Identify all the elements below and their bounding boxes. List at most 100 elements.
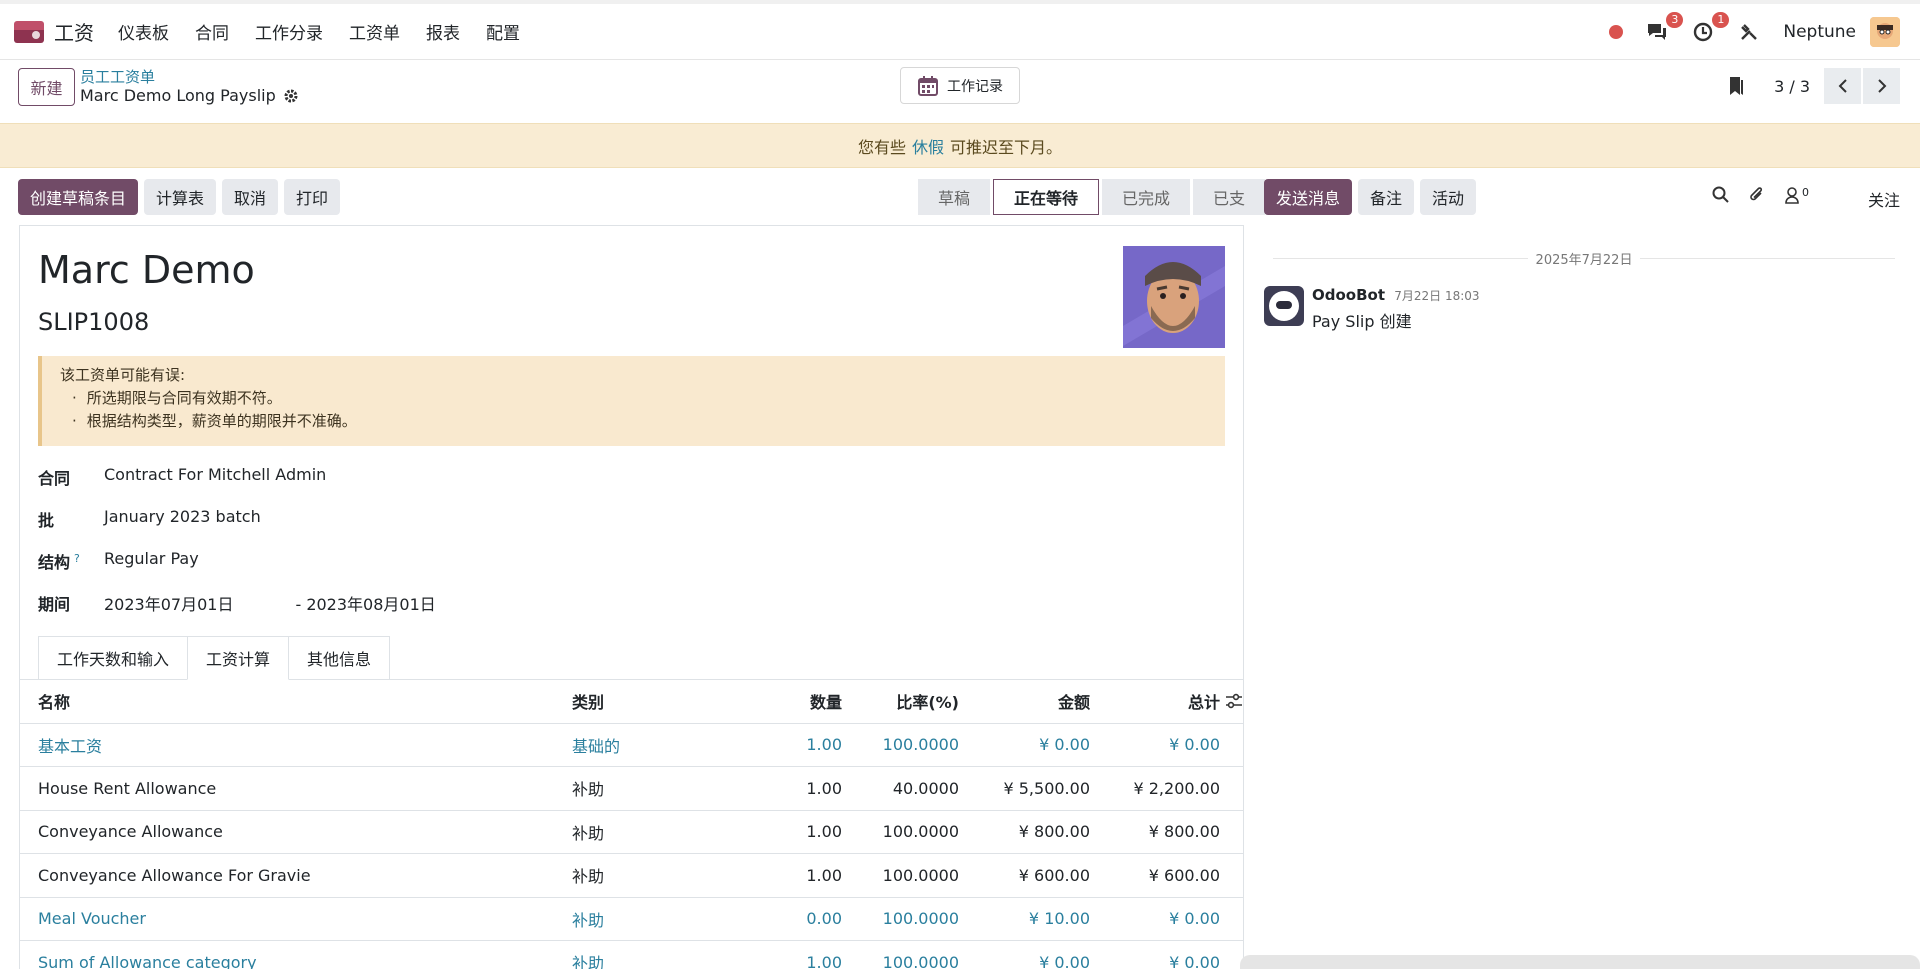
table-row[interactable]: House Rent Allowance 补助 1.00 40.0000 ¥ 5… (20, 767, 1243, 811)
period-from-input[interactable]: 2023年07月01日 (104, 591, 233, 615)
chatter-actions: 发送消息 备注 活动 (1264, 179, 1477, 215)
col-category[interactable]: 类别 (572, 689, 772, 713)
optional-columns-toggle[interactable] (1220, 693, 1243, 709)
table-row[interactable]: Conveyance Allowance 补助 1.00 100.0000 ¥ … (20, 811, 1243, 854)
cancel-button[interactable]: 取消 (222, 179, 279, 215)
status-draft[interactable]: 草稿 (918, 179, 991, 215)
scrollbar[interactable] (1240, 955, 1920, 969)
cell-total: ¥ 0.00 (1169, 952, 1220, 969)
cell-name: Sum of Allowance category (38, 952, 257, 969)
status-waiting[interactable]: 正在等待 (993, 179, 1100, 215)
send-message-button[interactable]: 发送消息 (1264, 179, 1353, 215)
control-panel: 新建 员工工资单 Marc Demo Long Payslip 工作记录 3 /… (0, 60, 1920, 123)
structure-field: 结构? Regular Pay (38, 549, 199, 573)
activities-clock-icon[interactable]: 1 (1691, 12, 1730, 44)
activity-button[interactable]: 活动 (1420, 179, 1477, 215)
tab-other-info[interactable]: 其他信息 (288, 636, 391, 680)
alert-text-after: 可推迟至下月。 (950, 137, 1063, 157)
structure-value[interactable]: Regular Pay (104, 549, 199, 573)
cell-quantity: 1.00 (806, 865, 842, 885)
cell-amount: ¥ 10.00 (1028, 909, 1090, 929)
batch-value[interactable]: January 2023 batch (104, 507, 261, 531)
user-icon (1785, 187, 1799, 204)
table-row[interactable]: Meal Voucher 补助 0.00 100.0000 ¥ 10.00 ¥ … (20, 898, 1243, 941)
table-row[interactable]: 基本工资 基础的 1.00 100.0000 ¥ 0.00 ¥ 0.00 (20, 724, 1243, 767)
alert-text-before: 您有些 (857, 137, 906, 157)
contract-label: 合同 (38, 469, 71, 488)
pager-value[interactable]: 3 / 3 (1774, 77, 1810, 96)
log-note-button[interactable]: 备注 (1358, 179, 1415, 215)
gear-icon[interactable] (284, 89, 298, 103)
sliders-icon (1226, 694, 1242, 709)
cell-amount: ¥ 800.00 (1018, 822, 1090, 842)
payroll-app-icon[interactable] (14, 20, 44, 43)
create-draft-entry-button[interactable]: 创建草稿条目 (18, 179, 139, 215)
search-icon[interactable] (1712, 186, 1730, 204)
cell-category: 补助 (572, 823, 605, 843)
navbar-right: 3 1 Neptune (1609, 4, 1900, 60)
col-amount[interactable]: 金额 (959, 689, 1090, 713)
compute-sheet-button[interactable]: 计算表 (144, 179, 217, 215)
followers-button[interactable]: 0 (1784, 186, 1809, 204)
form-tabs: 工作天数和输入 工资计算 其他信息 (38, 636, 391, 680)
message-author[interactable]: OdooBot (1312, 286, 1385, 304)
chatter-message: OdooBot 7月22日 18:03 Pay Slip 创建 (1264, 286, 1480, 332)
col-quantity[interactable]: 数量 (772, 689, 842, 713)
chatter-date-separator: 2025年7月22日 (1273, 250, 1895, 268)
messages-icon[interactable]: 3 (1645, 12, 1684, 44)
app-name[interactable]: 工资 (54, 17, 94, 46)
period-label: 期间 (38, 595, 71, 614)
table-row[interactable]: Sum of Allowance category 补助 1.00 100.00… (20, 941, 1243, 969)
employee-photo[interactable] (1123, 246, 1225, 348)
activities-count-badge: 1 (1712, 12, 1730, 28)
pager-previous-button[interactable] (1824, 68, 1861, 104)
menu-configuration[interactable]: 配置 (486, 19, 520, 44)
cell-total: ¥ 0.00 (1169, 909, 1220, 929)
batch-label: 批 (38, 511, 55, 530)
status-paid[interactable]: 已支 (1193, 179, 1266, 215)
user-avatar[interactable] (1870, 17, 1900, 47)
cell-amount: ¥ 600.00 (1018, 865, 1090, 885)
odoobot-avatar[interactable] (1264, 286, 1304, 326)
warning-item: 所选期限与合同有效期不符。 (60, 387, 1207, 410)
employee-name[interactable]: Marc Demo (38, 248, 255, 292)
tab-salary-computation[interactable]: 工资计算 (187, 636, 290, 680)
follow-button[interactable]: 关注 (1868, 187, 1900, 211)
breadcrumb-parent[interactable]: 员工工资单 (80, 66, 155, 87)
payslip-reference[interactable]: SLIP1008 (38, 308, 149, 336)
cell-category: 基础的 (572, 736, 621, 756)
contract-value[interactable]: Contract For Mitchell Admin (104, 465, 326, 489)
recording-indicator-icon[interactable] (1609, 25, 1624, 39)
work-log-button[interactable]: 工作记录 (900, 67, 1020, 104)
main-menu: 仪表板 合同 工作分录 工资单 报表 配置 (118, 19, 546, 44)
time-off-link[interactable]: 休假 (912, 134, 944, 158)
company-switcher[interactable]: Neptune (1783, 22, 1856, 42)
col-total[interactable]: 总计 (1090, 689, 1220, 713)
table-row[interactable]: Conveyance Allowance For Gravie 补助 1.00 … (20, 854, 1243, 898)
payslip-warning: 该工资单可能有误: 所选期限与合同有效期不符。 根据结构类型，薪资单的期限并不准… (38, 356, 1225, 446)
cell-category: 补助 (572, 910, 605, 930)
menu-reporting[interactable]: 报表 (426, 19, 460, 44)
col-name[interactable]: 名称 (20, 689, 572, 713)
form-actions: 创建草稿条目 计算表 取消 打印 (18, 179, 341, 215)
debug-tools-icon[interactable] (1737, 20, 1761, 44)
cell-name: House Rent Allowance (38, 778, 217, 798)
new-button[interactable]: 新建 (18, 68, 75, 106)
menu-payslips[interactable]: 工资单 (349, 19, 400, 44)
tab-worked-days[interactable]: 工作天数和输入 (38, 636, 189, 680)
cell-name: Conveyance Allowance For Gravie (38, 865, 311, 885)
print-button[interactable]: 打印 (284, 179, 341, 215)
cell-rate: 100.0000 (882, 735, 959, 755)
cell-rate: 100.0000 (882, 909, 959, 929)
structure-help-icon[interactable]: ? (74, 552, 80, 565)
menu-dashboard[interactable]: 仪表板 (118, 19, 169, 44)
status-done[interactable]: 已完成 (1102, 179, 1191, 215)
menu-contracts[interactable]: 合同 (195, 19, 229, 44)
menu-work-entries[interactable]: 工作分录 (255, 19, 323, 44)
paperclip-icon[interactable] (1748, 186, 1766, 204)
structure-label: 结构? (38, 549, 104, 573)
col-rate[interactable]: 比率(%) (842, 689, 959, 713)
period-to-input[interactable]: - 2023年08月01日 (295, 591, 435, 615)
pager-next-button[interactable] (1863, 68, 1900, 104)
bookmark-icon[interactable] (1728, 76, 1744, 96)
